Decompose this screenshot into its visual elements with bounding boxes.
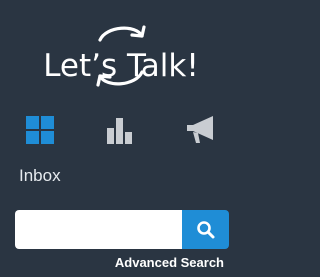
logo-text: Let’s Talk! xyxy=(43,48,199,84)
logo: Let’s Talk! xyxy=(0,18,242,96)
search-bar xyxy=(15,210,229,249)
main-nav xyxy=(0,112,242,148)
active-nav-label: Inbox xyxy=(19,166,61,185)
nav-item-announcements[interactable] xyxy=(180,112,220,148)
nav-item-reports[interactable] xyxy=(99,112,139,148)
search-icon xyxy=(196,220,214,238)
megaphone-icon xyxy=(187,116,213,143)
nav-item-inbox[interactable] xyxy=(20,112,60,148)
search-input[interactable] xyxy=(15,210,182,249)
advanced-search-link[interactable]: Advanced Search xyxy=(115,255,224,271)
search-button[interactable] xyxy=(182,210,229,249)
grid-icon xyxy=(26,116,54,144)
bar-chart-icon xyxy=(107,118,132,144)
